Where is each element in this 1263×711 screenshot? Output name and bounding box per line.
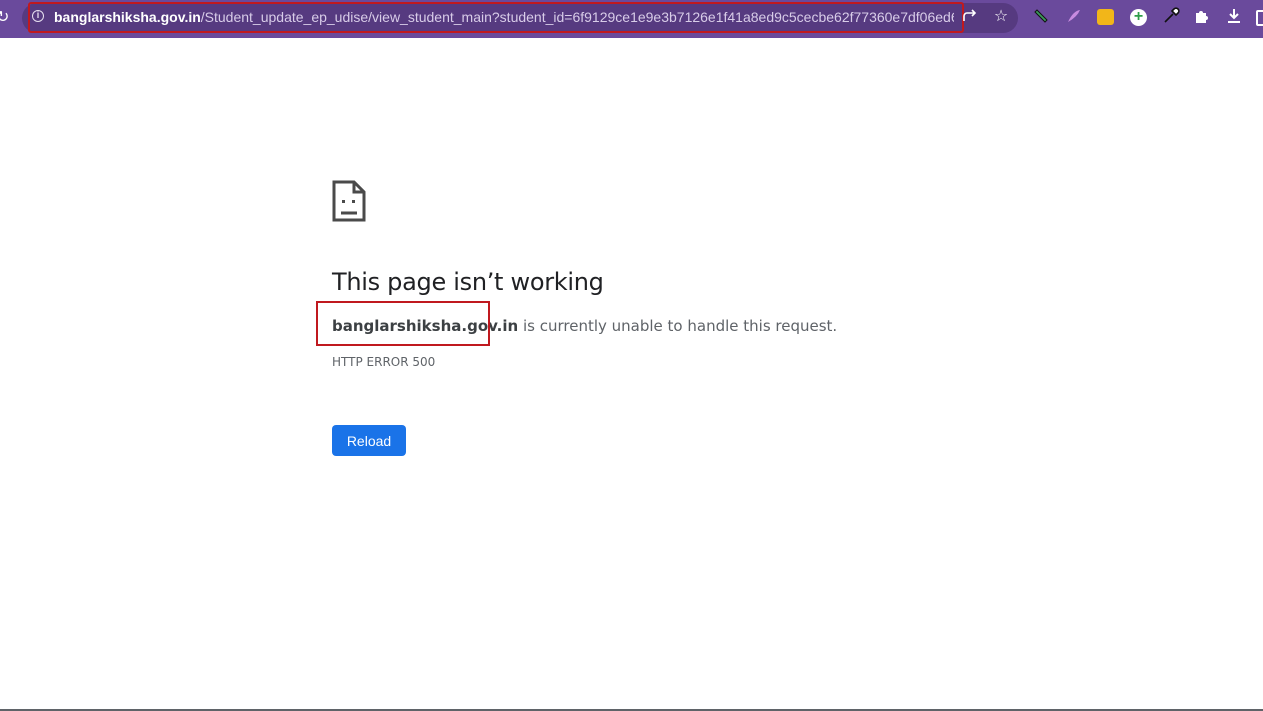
eyedropper-extension-icon[interactable]	[1161, 7, 1181, 27]
puzzle-icon[interactable]	[1192, 7, 1212, 27]
error-title: This page isn’t working	[332, 268, 604, 296]
star-icon[interactable]: ☆	[991, 7, 1011, 27]
pencil-extension-icon[interactable]	[1032, 7, 1052, 27]
error-code: HTTP ERROR 500	[332, 355, 436, 369]
feather-extension-icon[interactable]	[1064, 7, 1084, 27]
share-icon[interactable]	[960, 7, 980, 27]
reload-button[interactable]: Reload	[332, 425, 406, 456]
url-highlight-box	[28, 2, 964, 33]
error-message-text: is currently unable to handle this reque…	[518, 317, 838, 335]
reload-icon[interactable]: ↻	[0, 8, 9, 28]
host-highlight-box	[316, 301, 490, 346]
download-icon[interactable]	[1224, 7, 1244, 27]
side-panel-icon[interactable]	[1256, 10, 1263, 26]
plus-circle-extension-icon[interactable]	[1130, 7, 1147, 27]
browser-toolbar: ↻ i banglarshiksha.gov.in/Student_update…	[0, 0, 1263, 38]
sticky-note-extension-icon[interactable]	[1097, 9, 1114, 25]
sad-page-icon	[332, 180, 366, 227]
